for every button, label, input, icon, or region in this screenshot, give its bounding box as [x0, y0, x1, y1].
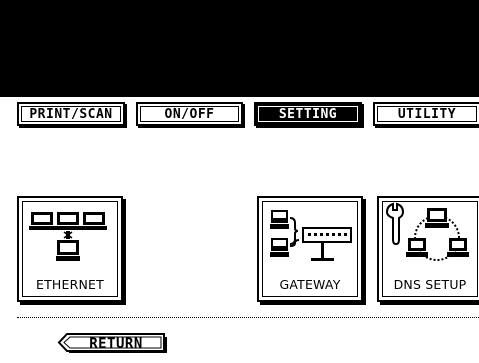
gateway-button[interactable]: GATEWAY	[257, 196, 363, 302]
ethernet-button-label: ETHERNET	[35, 277, 104, 292]
gateway-button-label: GATEWAY	[279, 277, 341, 292]
tab-print-scan[interactable]: PRINT/SCAN	[17, 102, 125, 126]
dotted-divider	[17, 317, 479, 318]
tab-on-off-label: ON/OFF	[140, 106, 239, 122]
tab-setting[interactable]: SETTING	[254, 102, 362, 126]
ethernet-button[interactable]: ETHERNET	[17, 196, 123, 302]
tab-utility[interactable]: UTILITY	[373, 102, 479, 126]
return-button[interactable]: RETURN	[57, 333, 167, 354]
dns-setup-button[interactable]: DNS SETUP	[377, 196, 479, 302]
device-screen: PRINT/SCAN ON/OFF SETTING UTILITY ETHERN…	[0, 0, 479, 363]
tab-setting-label: SETTING	[258, 106, 358, 122]
dns-setup-button-label: DNS SETUP	[393, 277, 467, 292]
return-button-label: RETURN	[89, 335, 143, 352]
tab-on-off[interactable]: ON/OFF	[136, 102, 243, 126]
tab-utility-label: UTILITY	[377, 106, 477, 122]
tab-print-scan-label: PRINT/SCAN	[21, 106, 121, 122]
